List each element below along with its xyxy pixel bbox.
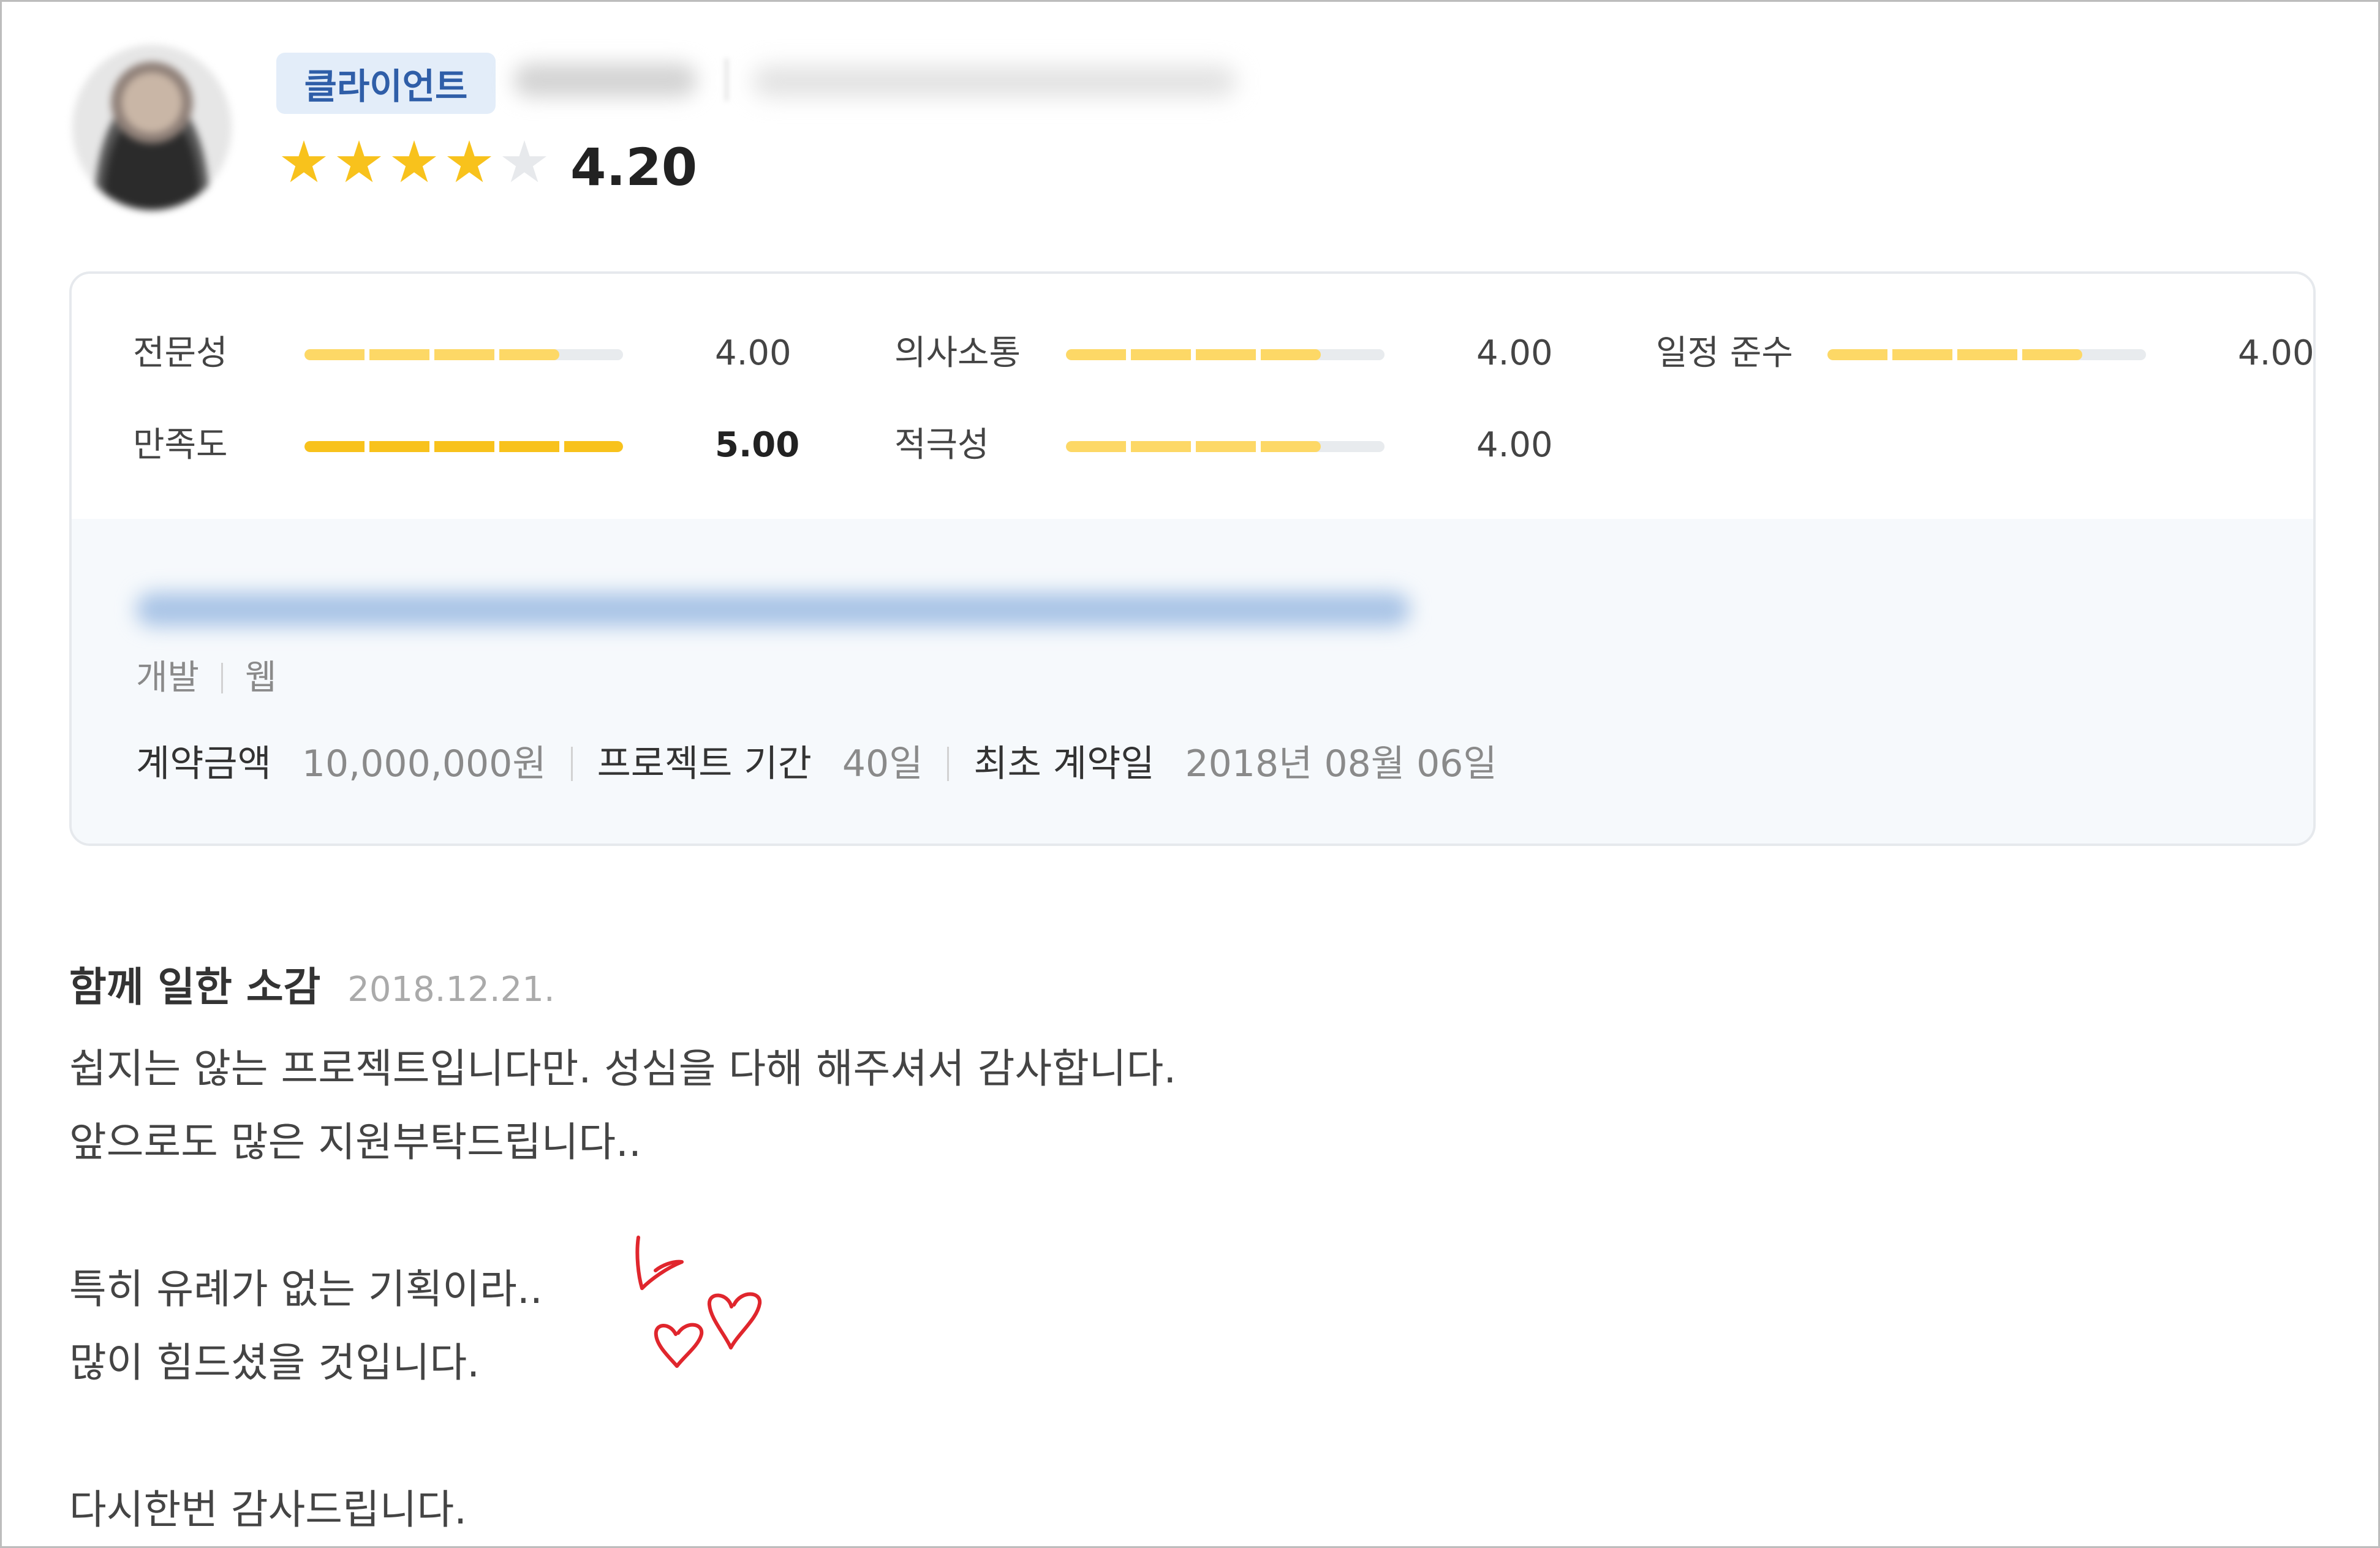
metric-satisfaction: 만족도 5.00 — [133, 418, 807, 473]
rating-score: 4.20 — [570, 137, 698, 197]
avatar[interactable] — [72, 45, 232, 210]
project-period-value: 40일 — [842, 742, 923, 785]
project-tags: 개발 웹 — [136, 654, 277, 703]
review-text-line: 쉽지는 않는 프로젝트입니다만. 성심을 다해 해주셔서 감사합니다. — [69, 1045, 1177, 1092]
metric-value: 4.00 — [2238, 333, 2314, 373]
metric-bar-fill — [1066, 441, 1321, 452]
contract-details: 계약금액 10,000,000원 프로젝트 기간 40일 최초 계약일 2018… — [136, 736, 1497, 791]
heart-doodle-icon — [654, 1323, 704, 1368]
metric-bar — [1066, 349, 1385, 360]
star-rating: ★ ★ ★ ★ ★ — [276, 134, 552, 192]
metric-bar-fill — [304, 349, 559, 360]
metric-bar-fill — [304, 441, 623, 452]
star-filled-icon: ★ — [388, 129, 440, 196]
project-period-label: 프로젝트 기간 — [597, 742, 812, 785]
contract-date-value: 2018년 08월 06일 — [1185, 742, 1497, 785]
evaluation-card: 전문성 4.00 의사소통 4.00 일정 준수 4.00 만족도 5.00 적… — [69, 271, 2316, 846]
project-title-link-blurred[interactable] — [136, 592, 1410, 627]
metric-value: 5.00 — [715, 425, 800, 465]
heart-doodle-icon — [635, 1236, 684, 1290]
star-filled-icon: ★ — [443, 129, 496, 196]
contract-divider — [570, 747, 573, 781]
metric-schedule: 일정 준수 4.00 — [1656, 326, 2314, 381]
review-date: 2018.12.21. — [347, 970, 555, 1010]
name-divider — [725, 58, 728, 101]
metric-label: 만족도 — [133, 425, 228, 465]
metric-value: 4.00 — [1476, 425, 1553, 465]
metric-label: 일정 준수 — [1656, 333, 1793, 373]
metric-proactiveness: 적극성 4.00 — [894, 418, 1568, 473]
metric-bar-fill — [1066, 349, 1321, 360]
metric-communication: 의사소통 4.00 — [894, 326, 1568, 381]
project-info — [72, 519, 2313, 844]
metric-bar-fill — [1827, 349, 2082, 360]
contract-amount-value: 10,000,000원 — [301, 742, 546, 785]
metric-bar — [304, 441, 623, 452]
review-header: 함께 일한 소감 2018.12.21. — [69, 954, 555, 1016]
client-company-blurred — [752, 66, 1236, 97]
contract-amount-label: 계약금액 — [136, 742, 271, 785]
contract-divider — [947, 747, 950, 781]
review-title: 함께 일한 소감 — [69, 964, 321, 1011]
metric-value: 4.00 — [1476, 333, 1553, 373]
client-badge: 클라이언트 — [276, 53, 496, 114]
metric-expertise: 전문성 4.00 — [133, 326, 807, 381]
heart-doodle-icon — [708, 1292, 762, 1350]
star-filled-icon: ★ — [333, 129, 385, 196]
review-text-line: 앞으로도 많은 지원부탁드립니다.. — [69, 1119, 641, 1166]
review-text-line: 특히 유례가 없는 기획이라.. — [69, 1266, 543, 1313]
contract-date-label: 최초 계약일 — [973, 742, 1155, 785]
metric-value: 4.00 — [715, 333, 791, 373]
tag-subcategory: 웹 — [245, 658, 277, 698]
metric-label: 의사소통 — [894, 333, 1021, 373]
metric-bar — [1066, 441, 1385, 452]
star-filled-icon: ★ — [278, 129, 330, 196]
metric-bar — [1827, 349, 2146, 360]
star-empty-icon: ★ — [498, 129, 551, 196]
metric-label: 전문성 — [133, 333, 228, 373]
metric-bar — [304, 349, 623, 360]
metric-label: 적극성 — [894, 425, 989, 465]
tag-divider — [221, 663, 224, 693]
review-text-line: 다시한번 감사드립니다. — [69, 1486, 467, 1533]
tag-category: 개발 — [136, 658, 200, 698]
review-panel: 클라이언트 ★ ★ ★ ★ ★ 4.20 전문성 4.00 의사소통 4.00 … — [0, 0, 2380, 1548]
review-text-line: 많이 힘드셨을 것입니다. — [69, 1339, 480, 1386]
client-name-blurred — [513, 63, 697, 97]
